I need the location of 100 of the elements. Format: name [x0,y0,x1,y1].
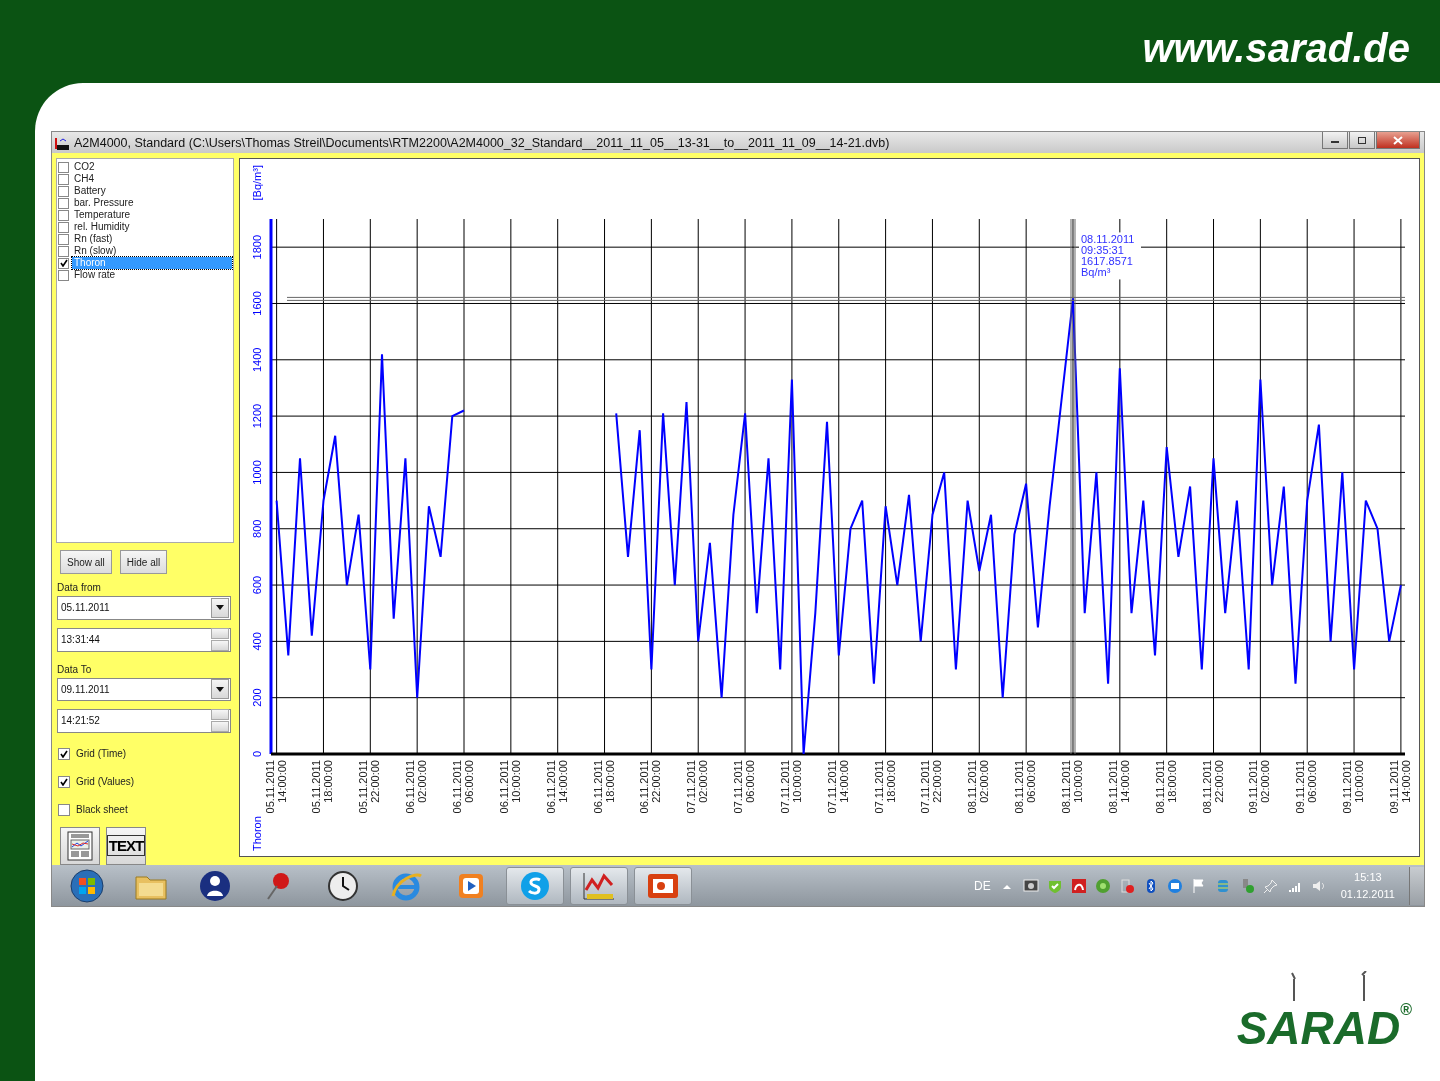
channel-item[interactable]: rel. Humidity [72,221,232,233]
x-tick-label: 08.11.2011 22:00:00 [1200,760,1225,814]
channel-item[interactable]: Rn (slow) [72,245,232,257]
spin-up-icon[interactable] [211,709,229,721]
start-orb-icon[interactable] [70,868,104,903]
x-tick-label: 06.11.2011 18:00:00 [591,760,616,814]
y-tick-label: 200 [251,688,263,707]
channel-item[interactable]: Battery [72,185,232,197]
dropdown-icon[interactable] [211,597,229,618]
show-all-button[interactable]: Show all [60,550,112,574]
channel-item[interactable]: CH4 [72,173,232,185]
checkbox[interactable] [58,748,70,760]
maximize-icon [1357,135,1367,145]
y-tick-label: 400 [251,632,263,651]
date-field[interactable]: 09.11.2011 [57,677,231,701]
company-logo: SARAD® [1236,1001,1412,1055]
clock-icon[interactable] [327,869,359,902]
channel-item[interactable]: Temperature [72,209,232,221]
pushpin-icon[interactable] [1262,877,1279,894]
report-button[interactable] [60,827,100,865]
checkbox[interactable] [58,185,69,197]
checkbox[interactable] [58,257,69,269]
time-field[interactable]: 14:21:52 [57,709,231,733]
checkbox[interactable] [58,161,69,173]
range-label: Data To [57,663,93,675]
spin-down-icon[interactable] [211,721,229,733]
slides-icon[interactable] [647,871,679,900]
x-tick-label: 09.11.2011 14:00:00 [1387,760,1412,814]
option-label: Black sheet [76,804,128,816]
checkbox[interactable] [58,173,69,185]
x-tick-label: 08.11.2011 18:00:00 [1153,760,1178,814]
checkbox[interactable] [58,197,69,209]
website-url: www.sarad.de [1142,25,1410,71]
y-tick-label: 1000 [251,460,263,485]
checkbox[interactable] [58,209,69,221]
x-tick-label: 09.11.2011 02:00:00 [1247,760,1272,814]
y-tick-label: 1800 [251,234,263,260]
checkbox[interactable] [58,269,69,281]
x-tick-label: 08.11.2011 10:00:00 [1060,760,1084,814]
checkbox[interactable] [58,245,69,257]
show-desktop-button[interactable] [1409,866,1424,905]
x-tick-label: 07.11.2011 02:00:00 [685,760,710,814]
battery-error-icon[interactable] [1118,877,1135,894]
spin-down-icon[interactable] [211,640,229,651]
x-tick-label: 05.11.2011 22:00:00 [357,760,382,814]
x-tick-label: 08.11.2011 06:00:00 [1013,760,1038,814]
spin-up-icon[interactable] [211,628,229,639]
series-title: Thoron [251,816,263,851]
channel-item[interactable]: bar. Pressure [72,197,232,209]
channel-item[interactable]: CO2 [72,161,232,173]
flag-icon[interactable] [1190,877,1207,894]
date-field[interactable]: 05.11.2011 [57,596,231,620]
user-icon[interactable] [199,869,231,902]
x-tick-label: 05.11.2011 18:00:00 [310,760,335,814]
x-tick-label: 08.11.2011 14:00:00 [1106,760,1131,814]
globe-icon[interactable] [1094,877,1111,894]
checkbox[interactable] [58,776,70,788]
hide-all-button[interactable]: Hide all [119,550,168,574]
x-tick-label: 06.11.2011 06:00:00 [451,760,475,814]
cursor-readout: 08.11.2011 09:35:31 1617.8571 Bq/m³ [1081,233,1135,279]
x-tick-label: 07.11.2011 22:00:00 [919,760,944,814]
y-tick-label: 0 [251,750,263,758]
x-tick-label: 06.11.2011 22:00:00 [638,760,663,814]
y-tick-label: 600 [251,575,263,595]
checkbox[interactable] [58,804,70,816]
y-tick-label: 800 [251,519,263,538]
time-field[interactable]: 13:31:44 [57,627,231,652]
close-icon [1393,135,1403,145]
y-tick-label: 1400 [251,347,263,373]
text-button[interactable]: TEXT [106,827,146,865]
x-tick-label: 06.11.2011 10:00:00 [497,760,522,814]
channel-item[interactable]: Rn (fast) [72,233,232,245]
network-icon[interactable] [1166,877,1183,894]
umbrella-icon[interactable] [1070,877,1087,894]
chat-icon[interactable] [519,869,551,902]
x-tick-label: 09.11.2011 10:00:00 [1341,760,1366,814]
option-label: Grid (Time) [76,748,127,760]
x-tick-label: 08.11.2011 02:00:00 [966,760,991,814]
x-tick-label: 07.11.2011 10:00:00 [778,760,803,814]
channel-item[interactable]: Flow rate [72,269,232,281]
x-tick-label: 06.11.2011 02:00:00 [404,760,429,814]
checkbox[interactable] [58,233,69,245]
close-button[interactable] [1376,132,1420,149]
y-tick-label: 1600 [251,291,263,316]
x-tick-label: 07.11.2011 14:00:00 [825,760,850,814]
x-tick-label: 05.11.2011 14:00:00 [263,760,288,814]
window-title: A2M4000, Standard (C:\Users\Thomas Streil\Documents\RTM2200\A2M4000_32_Standard__2011_11_05__13-31__to__2011_11_09__14-21.dvb) [74,135,891,150]
minimize-button[interactable] [1322,132,1348,149]
option-label: Grid (Values) [76,776,135,788]
range-label: Data from [57,582,102,593]
y-tick-label: 1200 [251,403,263,429]
monitor-icon[interactable] [1022,877,1039,894]
x-tick-label: 07.11.2011 06:00:00 [732,760,757,814]
x-tick-label: 09.11.2011 06:00:00 [1294,760,1319,814]
checkbox[interactable] [58,221,69,233]
maximize-button[interactable] [1349,132,1375,149]
x-tick-label: 06.11.2011 14:00:00 [544,760,569,814]
media-player-icon[interactable] [457,871,485,900]
x-tick-label: 07.11.2011 18:00:00 [872,760,897,814]
dropdown-icon[interactable] [211,679,229,700]
